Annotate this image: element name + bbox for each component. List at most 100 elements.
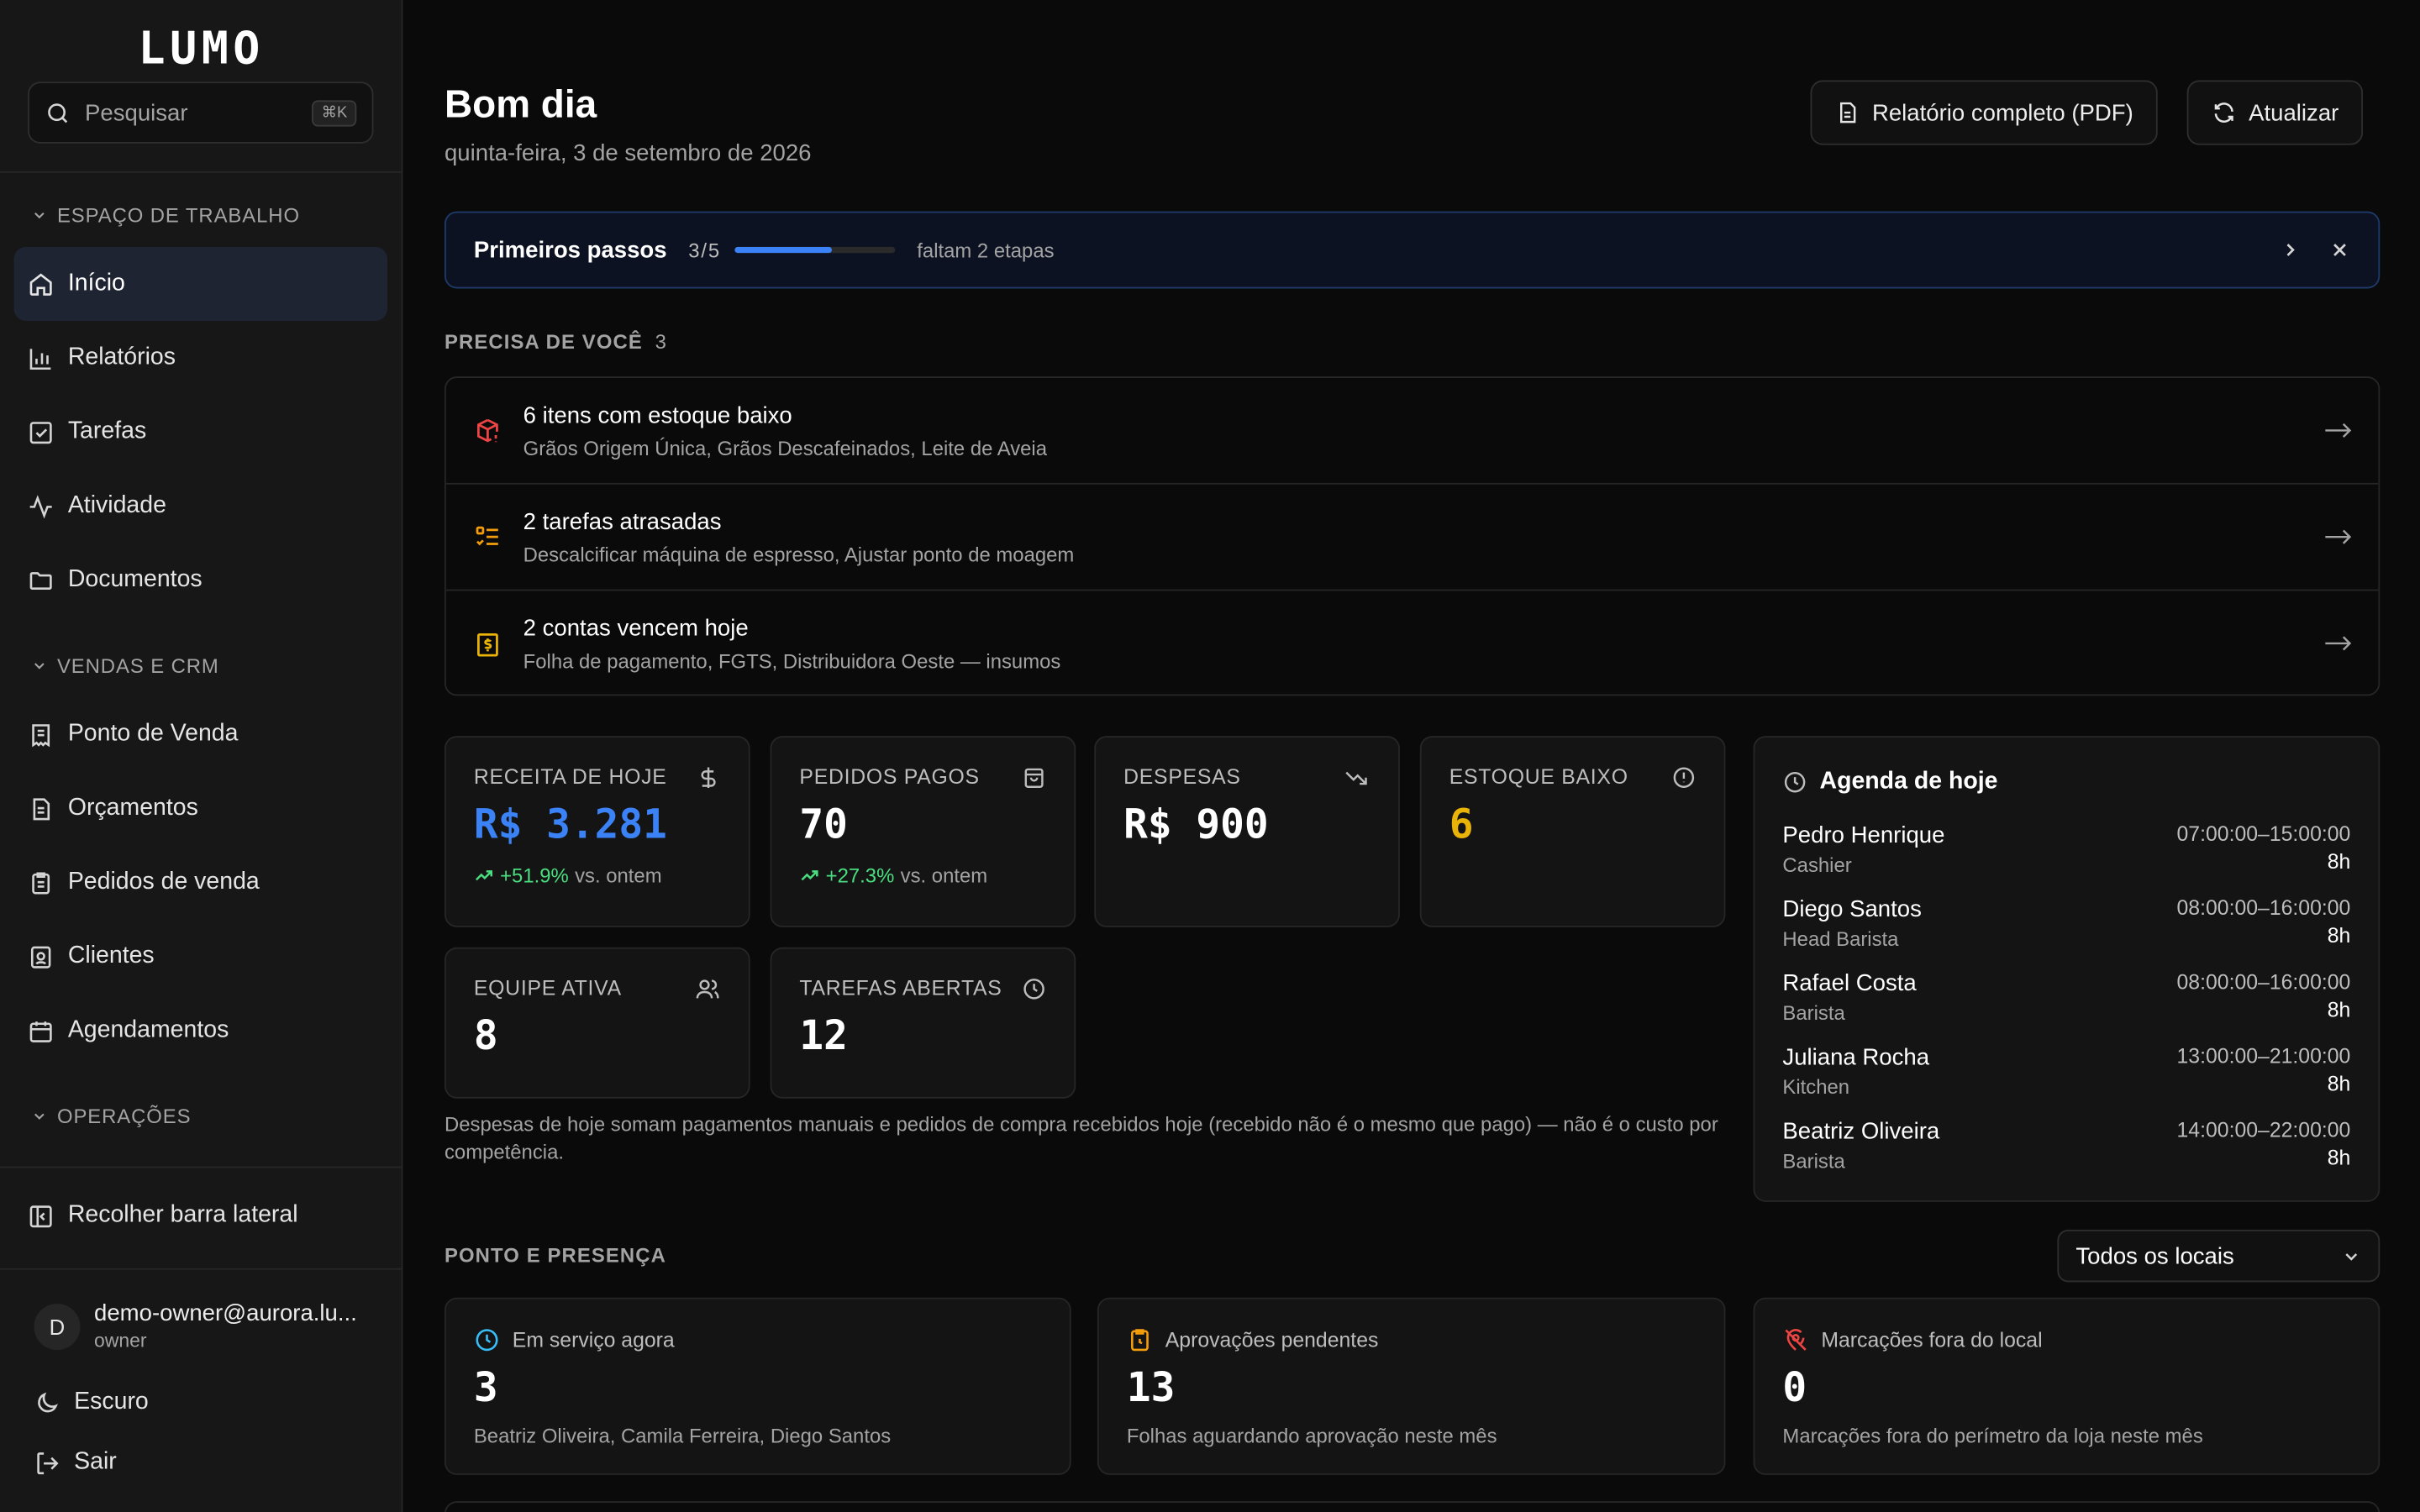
stat-low-stock[interactable]: ESTOQUE BAIXO 6 [1419, 736, 1726, 927]
logout-label: Sair [74, 1448, 117, 1475]
sidebar-item-atividade[interactable]: Atividade [14, 469, 387, 543]
bill-icon [477, 633, 498, 656]
divider [0, 1166, 403, 1168]
sidebar-item-documentos[interactable]: Documentos [14, 543, 387, 617]
agenda-title: Agenda de hoje [1819, 768, 1998, 795]
clock-icon [1784, 771, 1806, 793]
alert-title: 2 tarefas atrasadas [523, 508, 722, 535]
section-workspace[interactable]: ESPAÇO DE TRABALHO [31, 203, 300, 227]
shift-hours: 8h [2327, 850, 2351, 874]
sidebar-item-label: Início [67, 270, 125, 297]
location-select[interactable]: Todos os locais [2057, 1229, 2381, 1283]
agenda-card: Agenda de hoje Pedro Henrique Cashier 07… [1753, 736, 2381, 1202]
stat-label: DESPESAS [1123, 765, 1241, 789]
attendance-subtitle: Marcações fora do perímetro da loja nest… [1782, 1424, 2203, 1447]
alert-subtitle: Folha de pagamento, FGTS, Distribuidora … [523, 649, 1061, 673]
logout-button[interactable]: Sair [34, 1448, 117, 1477]
avatar: D [34, 1303, 81, 1350]
logo[interactable]: LUMO [0, 22, 402, 74]
sidebar-item-clientes[interactable]: Clientes [14, 920, 387, 994]
stat-delta: +51.9% vs. ontem [474, 864, 721, 887]
user-email: demo-owner@aurora.lu... [94, 1300, 357, 1327]
close-icon[interactable] [2329, 239, 2351, 261]
sidebar-item-tarefas[interactable]: Tarefas [14, 395, 387, 469]
sidebar-item-inicio[interactable]: Início [13, 246, 388, 322]
attendance-label: Em serviço agora [512, 1328, 675, 1352]
moon-icon [38, 1391, 58, 1412]
stat-delta: +27.3% vs. ontem [799, 864, 1046, 887]
onboarding-progress [734, 246, 896, 254]
collapse-sidebar-button[interactable]: Recolher barra lateral [28, 1202, 298, 1230]
stat-label: PEDIDOS PAGOS [799, 765, 980, 789]
stat-value: R$ 3.281 [473, 802, 667, 849]
arrow-right-icon[interactable] [2323, 415, 2354, 446]
alert-subtitle: Grãos Origem Única, Grãos Descafeinados,… [523, 435, 1048, 459]
alert-bills-due[interactable]: 2 contas vencem hoje Folha de pagamento,… [446, 591, 2379, 694]
sidebar-item-agendamentos[interactable]: Agendamentos [14, 994, 387, 1068]
chevron-right-icon[interactable] [2280, 239, 2302, 261]
onboarding-remaining: faltam 2 etapas [917, 238, 1055, 262]
agenda-shift[interactable]: Juliana Rocha Kitchen 13:00:00–21:00:00 … [1782, 1044, 2350, 1118]
agenda-shift[interactable]: Diego Santos Head Barista 08:00:00–16:00… [1782, 896, 2350, 970]
sidebar-item-orcamentos[interactable]: Orçamentos [14, 771, 387, 845]
onboarding-progress-fill [734, 246, 832, 254]
trending-up-icon [475, 870, 493, 881]
alert-overdue-tasks[interactable]: 2 tarefas atrasadas Descalcificar máquin… [445, 485, 2379, 591]
sidebar-item-label: Clientes [67, 942, 155, 969]
refresh-button[interactable]: Atualizar [2186, 80, 2364, 145]
shift-role: Barista [1782, 1001, 1845, 1025]
sidebar-item-pedidos-de-venda[interactable]: Pedidos de venda [14, 846, 387, 920]
user-role: owner [94, 1330, 147, 1352]
agenda-shift[interactable]: Pedro Henrique Cashier 07:00:00–15:00:00… [1782, 822, 2350, 896]
user-menu[interactable]: D demo-owner@aurora.lu... owner [34, 1300, 357, 1352]
agenda-shift[interactable]: Beatriz Oliveira Barista 14:00:00–22:00:… [1782, 1119, 2350, 1193]
stat-active-team[interactable]: EQUIPE ATIVA 8 [444, 947, 750, 1099]
sidebar-item-label: Relatórios [67, 344, 176, 370]
sidebar-item-ponto-de-venda[interactable]: Ponto de Venda [14, 697, 387, 771]
attendance-on-duty[interactable]: Em serviço agora 3 Beatriz Oliveira, Cam… [444, 1297, 1071, 1475]
agenda-shift[interactable]: Rafael Costa Barista 08:00:00–16:00:00 8… [1782, 970, 2350, 1044]
shift-role: Head Barista [1782, 927, 1899, 951]
stat-expenses[interactable]: DESPESAS R$ 900 [1094, 736, 1400, 927]
attendance-value: 3 [473, 1365, 498, 1412]
stat-label: RECEITA DE HOJE [473, 765, 667, 789]
search-input[interactable]: Pesquisar [85, 99, 313, 125]
expenses-note: Despesas de hoje somam pagamentos manuai… [444, 1112, 1718, 1163]
arrow-right-icon[interactable] [2323, 628, 2354, 659]
onboarding-banner[interactable]: Primeiros passos 3/5 faltam 2 etapas [444, 211, 2381, 289]
attendance-value: 13 [1126, 1365, 1176, 1412]
clock-icon [476, 1329, 498, 1352]
stat-paid-orders[interactable]: PEDIDOS PAGOS 70 +27.3% vs. ontem [770, 736, 1076, 927]
app-root: LUMO Pesquisar ⌘K ESPAÇO DE TRABALHO Iní… [0, 0, 2420, 1512]
receipt-icon [32, 723, 50, 747]
trending-up-icon [801, 870, 818, 881]
attendance-pending-approvals[interactable]: Aprovações pendentes 13 Folhas aguardand… [1097, 1297, 1726, 1475]
stat-open-tasks[interactable]: TAREFAS ABERTAS 12 [770, 947, 1076, 1099]
arrow-right-icon[interactable] [2323, 522, 2354, 553]
sidebar-collapse-icon [29, 1205, 52, 1227]
attendance-label: Marcações fora do local [1821, 1328, 2043, 1352]
chevron-down-icon [34, 663, 45, 669]
report-pdf-button[interactable]: Relatório completo (PDF) [1810, 80, 2159, 145]
dollar-icon [701, 767, 716, 788]
stat-label: ESTOQUE BAIXO [1449, 765, 1628, 789]
search-box[interactable]: Pesquisar ⌘K [28, 81, 374, 144]
sidebar-item-label: Orçamentos [67, 794, 198, 822]
sidebar-item-label: Pedidos de venda [67, 869, 260, 895]
attendance-off-site[interactable]: Marcações fora do local 0 Marcações fora… [1753, 1297, 2381, 1475]
theme-toggle[interactable]: Escuro [34, 1389, 149, 1416]
section-operations[interactable]: OPERAÇÕES [31, 1105, 192, 1128]
attendance-heading: PONTO E PRESENÇA [444, 1243, 666, 1267]
folder-icon [29, 571, 52, 590]
alert-low-stock[interactable]: 6 itens com estoque baixo Grãos Origem Ú… [445, 378, 2379, 485]
needs-you-title: PRECISA DE VOCÊ [444, 330, 643, 354]
needs-you-heading: PRECISA DE VOCÊ 3 [445, 330, 667, 354]
file-text-icon [1840, 102, 1856, 123]
next-section-card [444, 1501, 2381, 1512]
onboarding-count: 3/5 [688, 238, 722, 262]
needs-you-count: 3 [655, 330, 667, 354]
section-sales[interactable]: VENDAS E CRM [31, 654, 219, 677]
stat-revenue[interactable]: RECEITA DE HOJE R$ 3.281 +51.9% vs. onte… [444, 736, 750, 927]
sidebar-item-relatorios[interactable]: Relatórios [14, 321, 387, 395]
shift-hours: 8h [2327, 1146, 2351, 1170]
